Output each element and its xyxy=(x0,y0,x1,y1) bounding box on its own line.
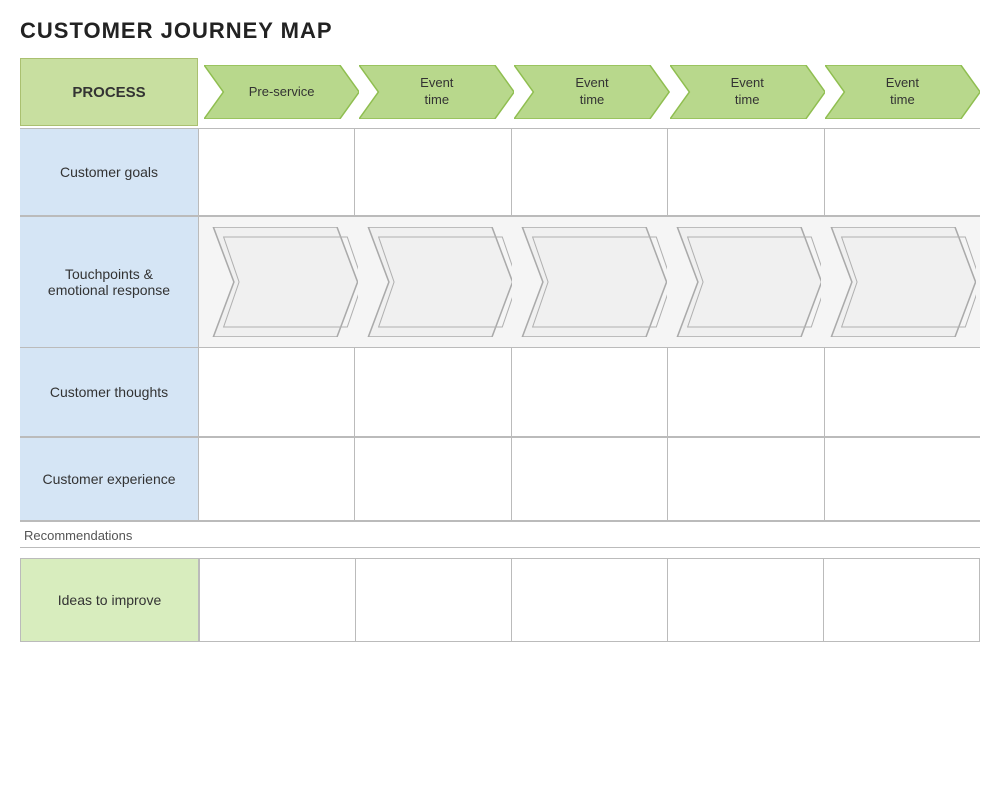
recommendations-divider xyxy=(20,547,980,548)
process-label: PROCESS xyxy=(20,58,198,126)
ideas-cell-1[interactable] xyxy=(200,559,356,641)
recommendations-label: Recommendations xyxy=(20,526,980,545)
customer-goals-label: Customer goals xyxy=(20,129,198,215)
customer-experience-content xyxy=(198,438,980,520)
experience-cell-1[interactable] xyxy=(199,438,355,520)
experience-cell-3[interactable] xyxy=(512,438,668,520)
process-row: PROCESS Pre-service Eventtime xyxy=(20,58,980,126)
touchpoints-label: Touchpoints &emotional response xyxy=(20,217,198,347)
goals-cell-5[interactable] xyxy=(825,129,980,215)
customer-goals-content xyxy=(198,129,980,215)
goals-cell-2[interactable] xyxy=(355,129,511,215)
goals-cell-1[interactable] xyxy=(199,129,355,215)
main-title: CUSTOMER JOURNEY MAP xyxy=(20,18,980,44)
customer-goals-row: Customer goals xyxy=(20,128,980,216)
stage-event1: Eventtime xyxy=(359,63,514,121)
stage-label-1: Eventtime xyxy=(420,75,453,109)
arrow-shape-3: Eventtime xyxy=(670,65,825,119)
tp-arrow-4 xyxy=(667,227,822,337)
stage-label-0: Pre-service xyxy=(249,84,315,101)
tp-arrow-2 xyxy=(358,227,513,337)
recommendations-section: Recommendations xyxy=(20,521,980,558)
tp-arrow-1 xyxy=(203,227,358,337)
thoughts-cell-4[interactable] xyxy=(668,348,824,436)
goals-cell-3[interactable] xyxy=(512,129,668,215)
customer-experience-row: Customer experience xyxy=(20,437,980,521)
touchpoints-content xyxy=(198,217,980,347)
stage-pre-service: Pre-service xyxy=(204,63,359,121)
tp-arrow-3 xyxy=(512,227,667,337)
page-container: CUSTOMER JOURNEY MAP PROCESS Pre-service xyxy=(0,0,1000,652)
ideas-label: Ideas to improve xyxy=(21,559,199,641)
stage-label-4: Eventtime xyxy=(886,75,919,109)
thoughts-cell-5[interactable] xyxy=(825,348,980,436)
customer-experience-label: Customer experience xyxy=(20,438,198,520)
goals-cell-4[interactable] xyxy=(668,129,824,215)
experience-cell-4[interactable] xyxy=(668,438,824,520)
customer-thoughts-content xyxy=(198,348,980,436)
ideas-row: Ideas to improve xyxy=(20,558,980,642)
arrow-shape-2: Eventtime xyxy=(514,65,669,119)
thoughts-cell-3[interactable] xyxy=(512,348,668,436)
ideas-cell-5[interactable] xyxy=(824,559,979,641)
arrow-shape-1: Eventtime xyxy=(359,65,514,119)
thoughts-cell-2[interactable] xyxy=(355,348,511,436)
ideas-cell-3[interactable] xyxy=(512,559,668,641)
experience-cell-5[interactable] xyxy=(825,438,980,520)
arrow-shape-0: Pre-service xyxy=(204,65,359,119)
tp-arrow-5 xyxy=(821,227,976,337)
customer-thoughts-row: Customer thoughts xyxy=(20,347,980,437)
experience-cell-2[interactable] xyxy=(355,438,511,520)
ideas-content xyxy=(199,559,979,641)
touchpoints-row: Touchpoints &emotional response xyxy=(20,216,980,347)
process-arrow-row: Pre-service Eventtime Eventtim xyxy=(198,58,980,126)
arrow-shape-4: Eventtime xyxy=(825,65,980,119)
stage-event4: Eventtime xyxy=(825,63,980,121)
stage-event3: Eventtime xyxy=(670,63,825,121)
thoughts-cell-1[interactable] xyxy=(199,348,355,436)
ideas-cell-4[interactable] xyxy=(668,559,824,641)
stage-label-3: Eventtime xyxy=(731,75,764,109)
stage-event2: Eventtime xyxy=(514,63,669,121)
customer-thoughts-label: Customer thoughts xyxy=(20,348,198,436)
stage-label-2: Eventtime xyxy=(575,75,608,109)
ideas-cell-2[interactable] xyxy=(356,559,512,641)
touchpoints-label-text: Touchpoints &emotional response xyxy=(48,266,170,298)
